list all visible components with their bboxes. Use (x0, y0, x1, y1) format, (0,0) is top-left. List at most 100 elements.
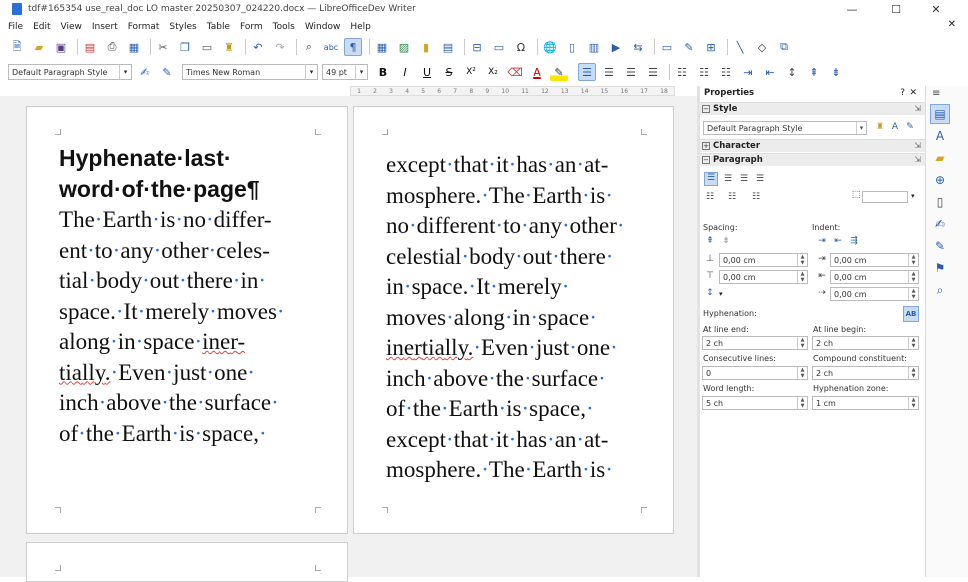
word-length-input[interactable]: 5 ch ▲ ▼ (702, 396, 808, 410)
style-inspector-tab-icon[interactable]: ✍ (930, 214, 950, 234)
spin-buttons[interactable]: ▲ ▼ (908, 397, 918, 409)
hanging-indent-icon[interactable]: ⇶ (848, 236, 860, 247)
font-size-combo[interactable]: 49 pt ▾ (322, 64, 368, 80)
numbering-icon[interactable]: ☷ (695, 63, 713, 81)
page-break-icon[interactable]: ⊟ (468, 38, 486, 56)
sidebar-menu-icon[interactable]: ≡ (932, 88, 940, 99)
chevron-down-icon[interactable]: ▾ (119, 65, 131, 79)
close-window-button[interactable]: ✕ (916, 0, 956, 18)
redo-icon[interactable]: ↷ (271, 38, 289, 56)
chevron-down-icon[interactable]: ▾ (911, 192, 915, 200)
superscript-button[interactable]: X² (462, 63, 480, 81)
page-2-body[interactable]: except·that·it·has·an·at-mosphere.·The·E… (386, 150, 625, 486)
footnote-icon[interactable]: ▯ (563, 38, 581, 56)
hyphenation-zone-input[interactable]: 1 cm ▲ ▼ (812, 396, 919, 410)
hyphenation-toggle-button[interactable]: AB (903, 306, 919, 322)
decrease-spacing-icon[interactable]: ⇟ (720, 236, 732, 247)
clear-formatting-icon[interactable]: ⌫ (506, 63, 524, 81)
basic-shapes-icon[interactable]: ◇ (753, 38, 771, 56)
more-options-icon[interactable]: ⇲ (914, 141, 921, 150)
spelling-icon[interactable]: abc (322, 38, 340, 56)
first-line-indent-input[interactable]: 0,00 cm ▲ ▼ (830, 287, 919, 301)
undo-icon[interactable]: ↶ (249, 38, 267, 56)
collapse-icon[interactable]: − (702, 156, 710, 164)
close-document-icon[interactable]: ✕ (948, 19, 956, 30)
menu-file[interactable]: File (8, 22, 23, 32)
increase-indent-icon[interactable]: ⇥ (739, 63, 757, 81)
decrease-indent-icon[interactable]: ⇤ (832, 236, 844, 247)
sidebar-align-left-icon[interactable]: ☰ (704, 172, 718, 186)
track-changes-icon[interactable]: ✎ (680, 38, 698, 56)
subscript-button[interactable]: X₂ (484, 63, 502, 81)
new-style-icon[interactable]: ✎ (158, 63, 176, 81)
menu-window[interactable]: Window (305, 22, 341, 32)
horizontal-ruler[interactable]: 1 2 3 4 5 6 7 8 9 10 11 12 13 14 15 16 1… (350, 86, 675, 96)
draw-functions-icon[interactable]: ⧉ (775, 38, 793, 56)
find-tab-icon[interactable]: ⌕ (930, 280, 950, 300)
maximize-button[interactable]: ☐ (876, 0, 916, 18)
copy-icon[interactable]: ❐ (176, 38, 194, 56)
design-tab-icon[interactable]: ⚑ (930, 258, 950, 278)
menu-insert[interactable]: Insert (92, 22, 118, 32)
sidebar-align-right-icon[interactable]: ☰ (738, 174, 750, 185)
spin-buttons[interactable]: ▲ ▼ (908, 254, 918, 266)
export-pdf-icon[interactable]: ▤ (81, 38, 99, 56)
sidebar-align-center-icon[interactable]: ☰ (722, 174, 734, 185)
outline-icon[interactable]: ☷ (717, 63, 735, 81)
page-tab-icon[interactable]: ▯ (930, 192, 950, 212)
insert-table-icon[interactable]: ▦ (373, 38, 391, 56)
menu-tools[interactable]: Tools (273, 22, 295, 32)
after-text-indent-input[interactable]: 0,00 cm ▲ ▼ (830, 270, 919, 284)
menu-help[interactable]: Help (350, 22, 371, 32)
decrease-indent-icon[interactable]: ⇤ (761, 63, 779, 81)
page-1-text[interactable]: Hyphenate·last· word·of·the·page¶ The·Ea… (59, 143, 285, 449)
paragraph-style-combo[interactable]: Default Paragraph Style ▾ (8, 64, 132, 80)
page-2[interactable]: except·that·it·has·an·at-mosphere.·The·E… (353, 106, 674, 534)
collapse-icon[interactable]: − (702, 105, 710, 113)
before-text-indent-input[interactable]: 0,00 cm ▲ ▼ (830, 253, 919, 267)
spin-buttons[interactable]: ▲ ▼ (908, 288, 918, 300)
increase-spacing-icon[interactable]: ⇞ (704, 236, 716, 247)
update-style-icon[interactable]: ✍ (136, 63, 154, 81)
paste-icon[interactable]: ▭ (198, 38, 216, 56)
underline-button[interactable]: U (418, 63, 436, 81)
menu-form[interactable]: Form (240, 22, 263, 32)
special-character-icon[interactable]: Ω (512, 38, 530, 56)
spin-buttons[interactable]: ▲ ▼ (797, 337, 807, 349)
sidebar-style-combo[interactable]: Default Paragraph Style ▾ (703, 121, 867, 135)
sidebar-numbering-icon[interactable]: ☷ (726, 192, 738, 203)
page-1[interactable]: Hyphenate·last· word·of·the·page¶ The·Ea… (26, 106, 348, 534)
cross-reference-icon[interactable]: ⇆ (629, 38, 647, 56)
align-right-icon[interactable]: ☰ (622, 63, 640, 81)
formatting-marks-icon[interactable]: ¶ (344, 38, 362, 56)
background-color-icon[interactable]: ⬚ (850, 190, 862, 201)
menu-format[interactable]: Format (128, 22, 160, 32)
bold-button[interactable]: B (374, 63, 392, 81)
gallery-tab-icon[interactable]: ▰ (930, 148, 950, 168)
character-section-header[interactable]: + Character ⇲ (700, 139, 925, 152)
styles-tab-icon[interactable]: A (930, 126, 950, 146)
bullets-icon[interactable]: ☷ (673, 63, 691, 81)
insert-textbox-icon[interactable]: ▤ (439, 38, 457, 56)
menu-table[interactable]: Table (207, 22, 230, 32)
background-color-field[interactable] (862, 191, 908, 203)
spin-buttons[interactable]: ▲ ▼ (797, 367, 807, 379)
more-options-icon[interactable]: ⇲ (914, 155, 921, 164)
font-name-combo[interactable]: Times New Roman ▾ (182, 64, 318, 80)
expand-icon[interactable]: + (702, 142, 710, 150)
navigator-tab-icon[interactable]: ⊕ (930, 170, 950, 190)
close-sidebar-icon[interactable]: ✕ (909, 88, 917, 98)
italic-button[interactable]: I (396, 63, 414, 81)
sidebar-justify-icon[interactable]: ☰ (754, 174, 766, 185)
save-icon[interactable]: ▣ (52, 38, 70, 56)
at-line-end-input[interactable]: 2 ch ▲ ▼ (702, 336, 808, 350)
paragraph-section-header[interactable]: − Paragraph ⇲ (700, 153, 925, 166)
line-spacing-icon[interactable]: ↕ (783, 63, 801, 81)
find-replace-icon[interactable]: ⌕ (300, 38, 318, 56)
spin-buttons[interactable]: ▲ ▼ (908, 337, 918, 349)
highlight-color-icon[interactable]: ✎ (550, 63, 568, 81)
insert-image-icon[interactable]: ▨ (395, 38, 413, 56)
line-spacing-icon[interactable]: ↕ (704, 288, 716, 299)
more-options-icon[interactable]: ⇲ (914, 104, 921, 113)
style-format-icon[interactable]: ✎ (904, 122, 916, 133)
